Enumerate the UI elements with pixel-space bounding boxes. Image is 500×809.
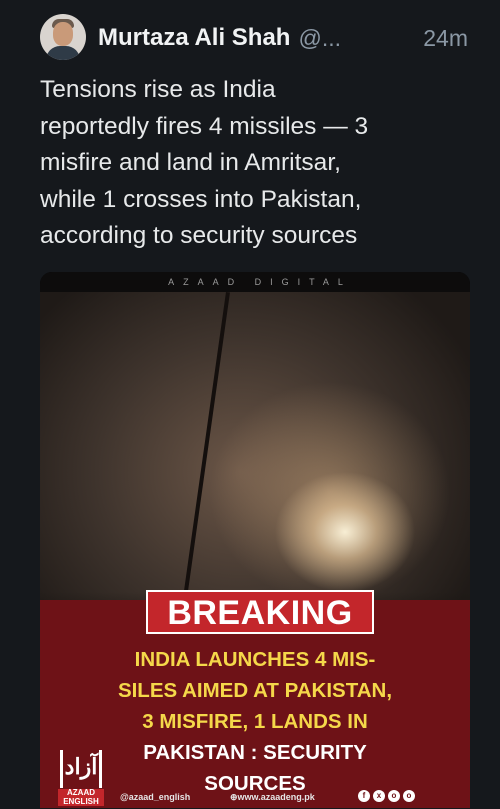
- tweet-timestamp[interactable]: 24m: [423, 25, 468, 52]
- media-watermark: AZAAD DIGITAL: [40, 272, 470, 292]
- tweet-text: Tensions rise as India reportedly fires …: [40, 72, 480, 255]
- footer-website: ⊕www.azaadeng.pk: [230, 792, 315, 802]
- instagram-icon: o: [388, 790, 400, 802]
- social-icons: f x o o: [358, 790, 415, 802]
- headline-line: PAKISTAN : SECURITY: [143, 741, 367, 764]
- tweet-media-image[interactable]: AZAAD DIGITAL BREAKING INDIA LAUNCHES 4 …: [40, 272, 470, 808]
- tweet-text-line: while 1 crosses into Pakistan,: [40, 185, 362, 213]
- avatar-body: [46, 46, 80, 60]
- breaking-news-panel: BREAKING INDIA LAUNCHES 4 MIS- SILES AIM…: [40, 590, 470, 808]
- author-handle[interactable]: @...: [298, 25, 341, 52]
- tweet-text-line: Tensions rise as India: [40, 76, 276, 103]
- utility-pole: [181, 292, 230, 610]
- facebook-icon: f: [358, 790, 370, 802]
- night-explosion-photo: [40, 292, 470, 632]
- tweet-text-line: according to security sources: [40, 222, 358, 249]
- tweet-text-line: reportedly fires 4 missiles — 3: [40, 112, 369, 140]
- tweet-text-line: misfire and land in Amritsar,: [40, 149, 341, 176]
- footer-handle: @azaad_english: [120, 792, 191, 802]
- threads-icon: o: [403, 790, 415, 802]
- author-name[interactable]: Murtaza Ali Shah: [98, 24, 290, 52]
- tweet-header: Murtaza Ali Shah @... 24m: [98, 22, 468, 54]
- breaking-headline: INDIA LAUNCHES 4 MIS- SILES AIMED AT PAK…: [80, 644, 430, 799]
- azaad-logo-text: AZAAD ENGLISH: [58, 788, 104, 806]
- headline-line: INDIA LAUNCHES 4 MIS-: [134, 648, 376, 671]
- headline-line: 3 MISFIRE, 1 LANDS IN: [142, 710, 368, 733]
- x-icon: x: [373, 790, 385, 802]
- breaking-label: BREAKING: [146, 590, 374, 634]
- headline-line: SILES AIMED AT PAKISTAN,: [117, 679, 393, 702]
- tweet-card[interactable]: Murtaza Ali Shah @... 24m Tensions rise …: [0, 0, 500, 809]
- avatar-face: [53, 22, 73, 46]
- azaad-logo: آزاد: [60, 750, 102, 788]
- author-avatar[interactable]: [40, 14, 86, 60]
